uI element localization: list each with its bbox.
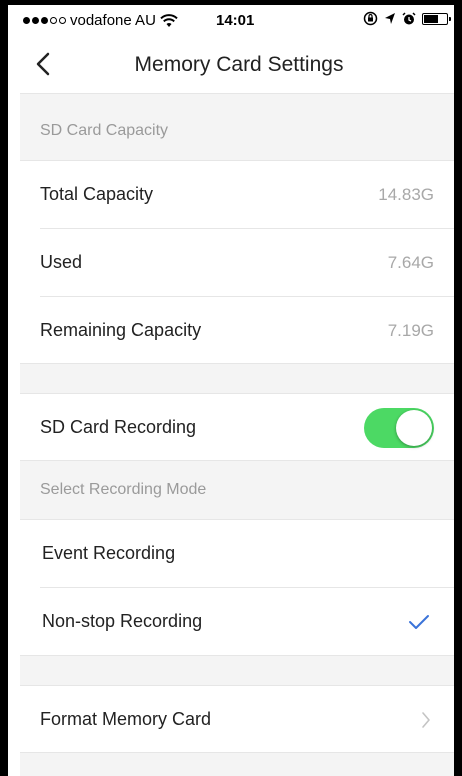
row-label: Format Memory Card (40, 709, 212, 729)
mode-row-non-stop-recording[interactable]: Non-stop Recording (20, 588, 454, 655)
capacity-row-remaining: Remaining Capacity 7.19G (20, 297, 454, 364)
section-header-sd-capacity: SD Card Capacity (20, 94, 454, 160)
section-header-label: SD Card Capacity (40, 122, 169, 139)
section-gap (20, 656, 454, 685)
row-label: Non-stop Recording (42, 611, 203, 631)
battery-icon (422, 12, 451, 25)
carrier-name: vodafone AU (70, 12, 156, 29)
sd-card-recording-row: SD Card Recording (20, 394, 454, 461)
row-label: Event Recording (42, 543, 176, 563)
checkmark-icon (409, 614, 429, 629)
signal-dot (59, 17, 66, 24)
signal-dot (32, 17, 39, 24)
capacity-row-used: Used 7.64G (20, 229, 454, 296)
lock-rotation-icon (363, 11, 378, 26)
location-icon (385, 13, 395, 24)
signal-dot (23, 17, 30, 24)
sd-card-recording-toggle[interactable] (364, 407, 434, 448)
chevron-right-icon (422, 711, 430, 728)
alarm-icon (402, 11, 416, 24)
status-right (363, 11, 451, 26)
screen-frame-left (0, 0, 8, 776)
status-left: vodafone AU (23, 12, 178, 29)
battery-level (424, 14, 438, 23)
section-header-label: Select Recording Mode (40, 481, 207, 498)
capacity-row-total: Total Capacity 14.83G (20, 161, 454, 228)
row-value: 7.19G (387, 320, 434, 340)
page-title: Memory Card Settings (134, 53, 344, 76)
signal-dot (41, 17, 48, 24)
mode-row-event-recording[interactable]: Event Recording (20, 520, 454, 587)
battery-tip (449, 16, 451, 21)
screen: vodafone AU 14:01 Memory Card Settings S… (20, 5, 454, 776)
row-value: 14.83G (378, 184, 434, 204)
signal-dot (50, 17, 57, 24)
format-memory-card-row[interactable]: Format Memory Card (20, 686, 454, 753)
row-label: SD Card Recording (40, 417, 197, 437)
navigation-bar: Memory Card Settings (20, 35, 454, 94)
section-header-recording-mode: Select Recording Mode (20, 461, 454, 519)
section-gap (20, 364, 454, 393)
wifi-icon (160, 13, 178, 27)
row-label: Remaining Capacity (40, 320, 202, 340)
row-label: Total Capacity (40, 184, 154, 204)
toggle-knob (396, 409, 432, 446)
screen-frame-right (454, 0, 462, 776)
section-gap (20, 753, 454, 776)
status-time: 14:01 (216, 12, 255, 29)
status-bar: vodafone AU 14:01 (20, 5, 454, 35)
row-value: 7.64G (387, 252, 434, 272)
row-label: Used (40, 252, 83, 272)
signal-strength-icon (23, 17, 66, 24)
